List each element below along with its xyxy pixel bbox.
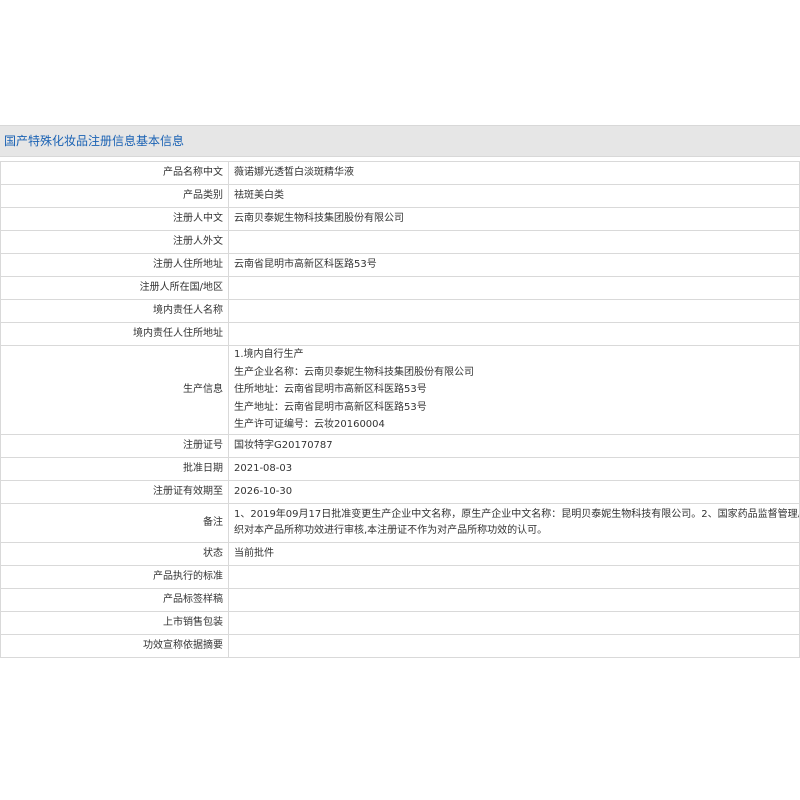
table-row: 注册人所在国/地区	[0, 276, 800, 300]
table-row: 上市销售包装	[0, 610, 800, 635]
production-line-5: 生产许可证编号：云妆20160004	[234, 419, 385, 430]
row-label-remarks: 备注	[0, 502, 229, 543]
table-row: 功效宣称依据摘要	[0, 633, 800, 658]
registration-info-section: 国产特殊化妆品注册信息基本信息 产品名称中文 薇诺娜光透皙白淡斑精华液 产品类别…	[0, 125, 800, 658]
row-label-registrant-cn: 注册人中文	[0, 207, 229, 231]
row-value-registrant-cn: 云南贝泰妮生物科技集团股份有限公司	[228, 207, 800, 231]
row-value-efficacy-summary	[228, 633, 800, 658]
table-row: 批准日期 2021-08-03	[0, 456, 800, 481]
table-row: 产品执行的标准	[0, 564, 800, 589]
row-label-approval-date: 批准日期	[0, 456, 229, 481]
table-row: 生产信息 1.境内自行生产 生产企业名称：云南贝泰妮生物科技集团股份有限公司 住…	[0, 345, 800, 435]
row-label-production-info: 生产信息	[0, 345, 229, 435]
row-value-domestic-agent-address	[228, 322, 800, 346]
row-label-registrant-address: 注册人住所地址	[0, 253, 229, 277]
row-value-remarks: 1、2019年09月17日批准变更生产企业中文名称，原生产企业中文名称：昆明贝泰…	[228, 502, 800, 543]
row-label-retail-packaging: 上市销售包装	[0, 610, 229, 635]
table-row: 境内责任人名称	[0, 299, 800, 323]
row-label-status: 状态	[0, 541, 229, 566]
remarks-line-2: 织对本产品所称功效进行审核,本注册证不作为对产品所称功效的认可。	[234, 524, 548, 536]
row-value-retail-packaging	[228, 610, 800, 635]
row-value-product-name-cn: 薇诺娜光透皙白淡斑精华液	[228, 161, 800, 185]
row-value-registrant-country	[228, 276, 800, 300]
row-label-label-sample: 产品标签样稿	[0, 587, 229, 612]
row-label-product-category: 产品类别	[0, 184, 229, 208]
info-table: 产品名称中文 薇诺娜光透皙白淡斑精华液 产品类别 祛斑美白类 注册人中文 云南贝…	[0, 161, 800, 658]
table-row: 产品名称中文 薇诺娜光透皙白淡斑精华液	[0, 161, 800, 185]
row-label-registration-number: 注册证号	[0, 433, 229, 458]
row-value-status: 当前批件	[228, 541, 800, 566]
row-label-product-name-cn: 产品名称中文	[0, 161, 229, 185]
row-value-registrant-address: 云南省昆明市高新区科医路53号	[228, 253, 800, 277]
table-row: 注册证号 国妆特字G20170787	[0, 433, 800, 458]
table-row: 产品标签样稿	[0, 587, 800, 612]
row-value-production-info: 1.境内自行生产 生产企业名称：云南贝泰妮生物科技集团股份有限公司 住所地址：云…	[228, 345, 800, 435]
row-label-registrant-foreign: 注册人外文	[0, 230, 229, 254]
row-value-domestic-agent-name	[228, 299, 800, 323]
production-line-1: 1.境内自行生产	[234, 349, 304, 360]
table-row: 状态 当前批件	[0, 541, 800, 566]
table-row: 境内责任人住所地址	[0, 322, 800, 346]
row-value-product-category: 祛斑美白类	[228, 184, 800, 208]
row-label-domestic-agent-address: 境内责任人住所地址	[0, 322, 229, 346]
table-row: 产品类别 祛斑美白类	[0, 184, 800, 208]
row-value-registration-number: 国妆特字G20170787	[228, 433, 800, 458]
row-label-product-standard: 产品执行的标准	[0, 564, 229, 589]
production-line-3: 住所地址：云南省昆明市高新区科医路53号	[234, 384, 427, 395]
row-value-product-standard	[228, 564, 800, 589]
row-value-valid-until: 2026-10-30	[228, 479, 800, 504]
section-title: 国产特殊化妆品注册信息基本信息	[0, 125, 800, 157]
row-value-registrant-foreign	[228, 230, 800, 254]
table-row: 注册人外文	[0, 230, 800, 254]
production-line-2: 生产企业名称：云南贝泰妮生物科技集团股份有限公司	[234, 366, 474, 378]
row-label-valid-until: 注册证有效期至	[0, 479, 229, 504]
row-value-approval-date: 2021-08-03	[228, 456, 800, 481]
table-row: 注册证有效期至 2026-10-30	[0, 479, 800, 504]
table-row: 注册人住所地址 云南省昆明市高新区科医路53号	[0, 253, 800, 277]
row-label-registrant-country: 注册人所在国/地区	[0, 276, 229, 300]
remarks-line-1: 1、2019年09月17日批准变更生产企业中文名称，原生产企业中文名称：昆明贝泰…	[234, 508, 800, 520]
row-value-label-sample	[228, 587, 800, 612]
table-row: 备注 1、2019年09月17日批准变更生产企业中文名称，原生产企业中文名称：昆…	[0, 502, 800, 543]
production-line-4: 生产地址：云南省昆明市高新区科医路53号	[234, 401, 427, 413]
row-label-efficacy-summary: 功效宣称依据摘要	[0, 633, 229, 658]
table-row: 注册人中文 云南贝泰妮生物科技集团股份有限公司	[0, 207, 800, 231]
row-label-domestic-agent-name: 境内责任人名称	[0, 299, 229, 323]
